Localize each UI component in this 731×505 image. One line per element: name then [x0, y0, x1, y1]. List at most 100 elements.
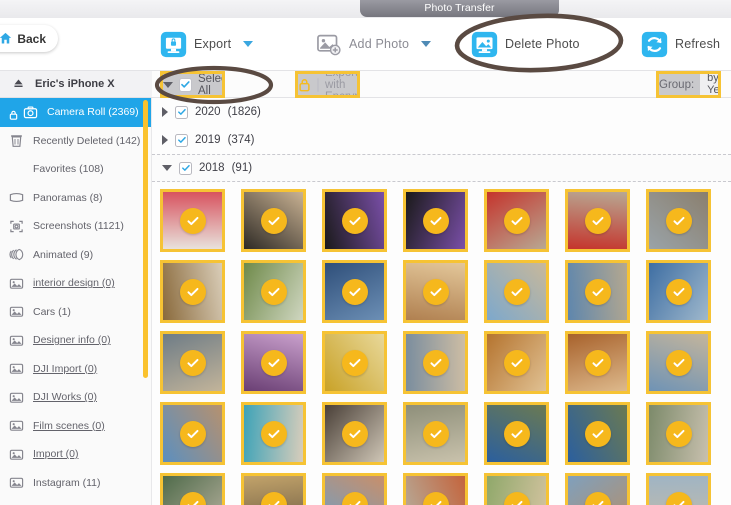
photo-selected-badge[interactable]	[260, 420, 287, 447]
group-value[interactable]: by Year	[700, 74, 718, 95]
export-button[interactable]: Export	[160, 29, 254, 59]
tab-photo-transfer[interactable]: Photo Transfer	[360, 0, 559, 17]
export-with-encryption-checkbox[interactable]	[317, 77, 319, 92]
add-photo-chevron-down-icon[interactable]	[421, 41, 432, 47]
photo-thumbnail[interactable]	[646, 260, 711, 323]
photo-selected-badge[interactable]	[260, 278, 287, 305]
group-triangle-right-icon[interactable]	[162, 107, 168, 117]
photo-thumbnail[interactable]	[565, 473, 630, 505]
back-button[interactable]: Back	[0, 25, 58, 52]
group-by-control[interactable]: Group: by Year	[656, 71, 721, 98]
delete-photo-button[interactable]: Delete Photo	[471, 29, 580, 59]
sidebar-item-panoramas-8[interactable]: Panoramas (8)	[0, 184, 151, 213]
photo-thumbnail[interactable]	[484, 473, 549, 505]
sidebar-scrollbar[interactable]	[143, 100, 148, 378]
photo-thumbnail[interactable]	[565, 331, 630, 394]
photo-content-pane[interactable]: 2020 (1826) 2019 (374) 2018 (91)	[152, 98, 731, 505]
photo-grid[interactable]	[152, 182, 731, 505]
device-header[interactable]: Eric's iPhone X	[0, 71, 152, 98]
photo-thumbnail[interactable]	[160, 331, 225, 394]
photo-thumbnail[interactable]	[646, 189, 711, 252]
sidebar-item-cars-1[interactable]: Cars (1)	[0, 298, 151, 327]
photo-selected-badge[interactable]	[503, 207, 530, 234]
photo-thumbnail[interactable]	[241, 260, 306, 323]
photo-thumbnail[interactable]	[403, 331, 468, 394]
export-with-encryption-group[interactable]: Export with Encryption	[295, 71, 360, 98]
photo-selected-badge[interactable]	[422, 278, 449, 305]
photo-thumbnail[interactable]	[160, 473, 225, 505]
photo-thumbnail[interactable]	[241, 402, 306, 465]
photo-selected-badge[interactable]	[422, 420, 449, 447]
photo-thumbnail[interactable]	[403, 473, 468, 505]
photo-selected-badge[interactable]	[179, 420, 206, 447]
group-triangle-down-icon[interactable]	[162, 165, 172, 171]
sidebar-item-interior-design-0[interactable]: interior design (0)	[0, 269, 151, 298]
sidebar-item-import-0[interactable]: Import (0)	[0, 440, 151, 469]
photo-selected-badge[interactable]	[503, 349, 530, 376]
sidebar-item-dji-import-0[interactable]: DJI Import (0)	[0, 355, 151, 384]
sidebar-item-dji-works-0[interactable]: DJI Works (0)	[0, 383, 151, 412]
sidebar-item-camera-roll-2369[interactable]: Camera Roll (2369)	[0, 98, 151, 127]
photo-selected-badge[interactable]	[179, 278, 206, 305]
photo-selected-badge[interactable]	[422, 349, 449, 376]
photo-selected-badge[interactable]	[665, 207, 692, 234]
photo-selected-badge[interactable]	[422, 207, 449, 234]
add-photo-button[interactable]: Add Photo	[315, 29, 432, 59]
export-chevron-down-icon[interactable]	[243, 41, 254, 47]
photo-selected-badge[interactable]	[260, 207, 287, 234]
photo-thumbnail[interactable]	[646, 402, 711, 465]
photo-thumbnail[interactable]	[322, 473, 387, 505]
photo-selected-badge[interactable]	[503, 420, 530, 447]
photo-thumbnail[interactable]	[322, 189, 387, 252]
photo-thumbnail[interactable]	[646, 473, 711, 505]
sidebar-item-favorites-108[interactable]: Favorites (108)	[0, 155, 151, 184]
photo-thumbnail[interactable]	[322, 260, 387, 323]
photo-selected-badge[interactable]	[341, 278, 368, 305]
photo-thumbnail[interactable]	[241, 473, 306, 505]
sidebar-item-instagram-11[interactable]: Instagram (11)	[0, 469, 151, 498]
sidebar-item-screenshots-1121[interactable]: Screenshots (1121)	[0, 212, 151, 241]
photo-selected-badge[interactable]	[341, 349, 368, 376]
photo-thumbnail[interactable]	[160, 402, 225, 465]
photo-selected-badge[interactable]	[665, 278, 692, 305]
photo-thumbnail[interactable]	[565, 260, 630, 323]
photo-selected-badge[interactable]	[665, 420, 692, 447]
photo-selected-badge[interactable]	[179, 349, 206, 376]
photo-thumbnail[interactable]	[403, 402, 468, 465]
photo-thumbnail[interactable]	[160, 260, 225, 323]
photo-selected-badge[interactable]	[503, 278, 530, 305]
sidebar-item-designer-info-0[interactable]: Designer info (0)	[0, 326, 151, 355]
eject-icon[interactable]	[12, 77, 27, 92]
photo-selected-badge[interactable]	[260, 349, 287, 376]
sidebar-item-film-scenes-0[interactable]: Film scenes (0)	[0, 412, 151, 441]
group-checkbox[interactable]	[179, 161, 192, 175]
photo-selected-badge[interactable]	[341, 207, 368, 234]
year-group-2019[interactable]: 2019 (374)	[152, 126, 731, 154]
photo-selected-badge[interactable]	[665, 349, 692, 376]
year-group-2020[interactable]: 2020 (1826)	[152, 98, 731, 126]
group-triangle-right-icon[interactable]	[162, 135, 168, 145]
photo-selected-badge[interactable]	[179, 207, 206, 234]
photo-selected-badge[interactable]	[584, 349, 611, 376]
photo-thumbnail[interactable]	[484, 260, 549, 323]
photo-thumbnail[interactable]	[322, 402, 387, 465]
photo-thumbnail[interactable]	[241, 189, 306, 252]
photo-selected-badge[interactable]	[584, 207, 611, 234]
photo-thumbnail[interactable]	[403, 260, 468, 323]
photo-thumbnail[interactable]	[484, 402, 549, 465]
select-all-group[interactable]: Select All	[160, 71, 225, 98]
sidebar-item-animated-9[interactable]: Animated (9)	[0, 241, 151, 270]
sidebar-item-recently-deleted-142[interactable]: Recently Deleted (142)	[0, 127, 151, 156]
albums-sidebar[interactable]: Camera Roll (2369) Recently Deleted (142)…	[0, 98, 152, 505]
photo-thumbnail[interactable]	[241, 331, 306, 394]
group-checkbox[interactable]	[175, 133, 188, 147]
year-group-2018[interactable]: 2018 (91)	[152, 154, 731, 182]
group-checkbox[interactable]	[175, 105, 188, 119]
photo-thumbnail[interactable]	[160, 189, 225, 252]
photo-thumbnail[interactable]	[484, 331, 549, 394]
photo-selected-badge[interactable]	[584, 420, 611, 447]
select-all-triangle-down-icon[interactable]	[163, 81, 173, 88]
photo-thumbnail[interactable]	[565, 402, 630, 465]
photo-thumbnail[interactable]	[565, 189, 630, 252]
photo-thumbnail[interactable]	[403, 189, 468, 252]
